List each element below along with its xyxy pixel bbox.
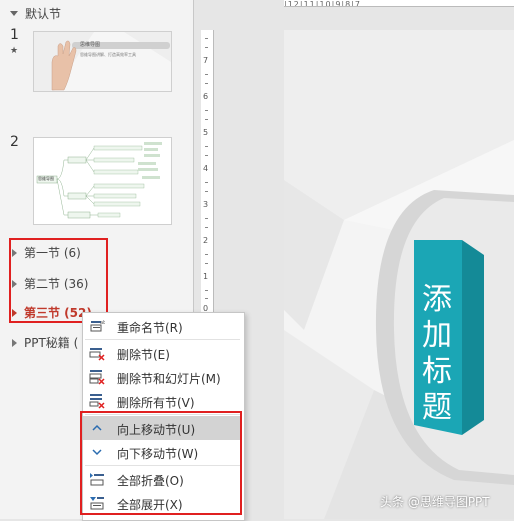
menu-separator <box>85 339 240 340</box>
animation-star-icon: ★ <box>10 46 19 56</box>
section-header-4[interactable]: PPT秘籍 ( <box>12 334 78 351</box>
delete-section-slides-icon <box>89 370 105 385</box>
mind-map-root-text: 思维导图 <box>38 176 54 181</box>
section-label-4: PPT秘籍 ( <box>24 336 79 350</box>
slide-canvas[interactable]: 添加标题 <box>284 30 514 519</box>
menu-item-label: 删除节和幻灯片(M) <box>117 372 221 386</box>
horizontal-ruler: |12|11|10|9|8|7 <box>284 0 514 7</box>
default-section-header[interactable]: 默认节 <box>10 5 61 22</box>
ruler-mark: 7 <box>203 56 209 65</box>
slide-thumbnail-2[interactable]: 思维导图 <box>33 137 172 225</box>
delete-section-icon <box>89 348 105 361</box>
menu-item-label: 删除所有节(V) <box>117 396 195 410</box>
ruler-mark: 6 <box>203 92 209 101</box>
menu-highlight-box <box>80 411 242 515</box>
ruler-mark: 4 <box>203 164 209 173</box>
watermark-text: 头条 @思维导图PPT <box>380 495 490 509</box>
slide-1-preview <box>34 32 171 91</box>
slide-1-subtitle-text: 思维导图讲解、打造高效率工具 <box>80 52 136 57</box>
ruler-mark: 5 <box>203 128 209 137</box>
ruler-mark: 2 <box>203 236 209 245</box>
default-section-label: 默认节 <box>25 7 62 21</box>
collapse-triangle-icon[interactable] <box>10 11 18 16</box>
menu-item-delete-all-sections[interactable]: 删除所有节(V) <box>83 389 242 413</box>
slide-thumbnail-1[interactable]: 思维导图 思维导图讲解、打造高效率工具 <box>33 31 172 92</box>
sections-highlight-box <box>9 238 108 323</box>
mind-map-preview <box>34 138 171 224</box>
menu-item-delete-section-and-slides[interactable]: 删除节和幻灯片(M) <box>83 365 242 389</box>
rename-section-icon: ab <box>90 320 105 332</box>
slide-number-2: 2 <box>10 134 19 150</box>
menu-item-delete-section[interactable]: 删除节(E) <box>83 341 242 365</box>
slide-background-art <box>284 30 514 519</box>
slide-number-1: 1 <box>10 27 19 43</box>
menu-item-rename-section[interactable]: ab 重命名节(R) <box>83 314 242 338</box>
expand-triangle-icon[interactable] <box>12 338 17 347</box>
delete-all-sections-icon <box>89 394 105 409</box>
slide-title-text[interactable]: 添加标题 <box>417 282 457 426</box>
menu-item-label: 重命名节(R) <box>117 321 183 335</box>
menu-item-label: 删除节(E) <box>117 348 170 362</box>
ruler-mark: 3 <box>203 200 209 209</box>
svg-text:ab: ab <box>100 320 105 326</box>
slide-1-title-text: 思维导图 <box>80 42 101 48</box>
ruler-mark: 1 <box>203 272 209 281</box>
vertical-ruler: 7 6 5 4 3 2 1 0 <box>201 30 214 315</box>
